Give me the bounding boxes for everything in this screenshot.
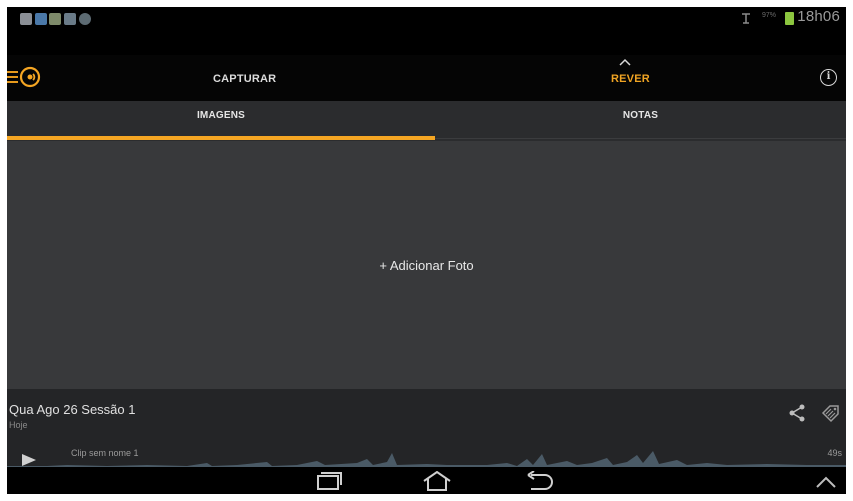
status-bar: 97% 18h06 [7,7,846,55]
tag-icon[interactable] [819,402,841,424]
session-subtitle: Hoje [9,420,28,430]
tab-imagens[interactable]: IMAGENS [7,101,435,141]
tab-rever[interactable]: REVER [611,73,650,85]
chevron-up-icon[interactable] [619,58,631,66]
menu-icon[interactable] [7,71,19,85]
images-panel: + Adicionar Foto [7,141,846,389]
device-screen: 97% 18h06 CAPTURAR REVER i IMAGENS NOTAS… [7,7,846,494]
sub-tab-bar: IMAGENS NOTAS [7,101,846,141]
session-title: Qua Ago 26 Sessão 1 [9,402,136,417]
keyboard-notification-icon [64,13,76,25]
tab-capturar[interactable]: CAPTURAR [213,73,276,85]
clip-duration: 49s [827,448,842,458]
share-icon[interactable] [787,403,807,423]
back-icon[interactable] [525,471,555,491]
home-icon[interactable] [421,471,453,491]
expand-up-icon[interactable] [815,475,837,489]
app-notification-icon [49,13,61,25]
logo-icon[interactable] [19,66,41,88]
play-icon[interactable] [21,453,37,467]
info-icon[interactable]: i [820,69,837,86]
tab-notas[interactable]: NOTAS [435,101,846,141]
tab-divider [435,138,846,139]
app-notification-icon [35,13,47,25]
active-tab-indicator [7,136,435,140]
battery-icon [785,12,794,25]
wifi-icon [742,13,750,24]
recent-apps-icon[interactable] [315,471,343,491]
navigation-bar [7,467,846,494]
session-panel: Qua Ago 26 Sessão 1 Hoje Clip sem nome 1… [7,389,846,467]
sync-notification-icon [79,13,91,25]
action-bar: CAPTURAR REVER i [7,55,846,101]
add-photo-button[interactable]: + Adicionar Foto [7,258,846,273]
gallery-notification-icon [20,13,32,25]
battery-percent: 97% [761,12,776,19]
clock: 18h06 [797,8,840,25]
clip-name[interactable]: Clip sem nome 1 [71,448,139,458]
